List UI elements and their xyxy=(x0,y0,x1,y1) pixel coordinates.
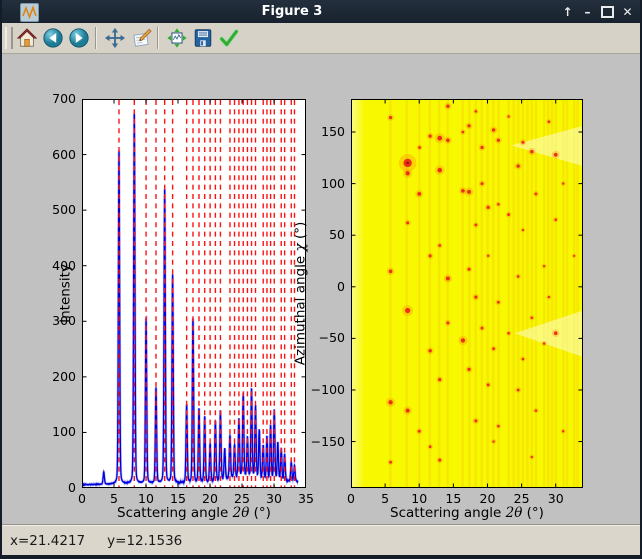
tick-label: 200 xyxy=(36,369,76,384)
toolbar-separator xyxy=(95,27,97,49)
tick-label: 150 xyxy=(303,124,345,139)
tick-label: 20 xyxy=(192,491,228,506)
forward-icon xyxy=(68,27,90,49)
figure-canvas: 1D integration 2D regrouping Intensity A… xyxy=(2,54,640,526)
window-controls: ↑ – ✕ xyxy=(559,0,636,23)
tick-label: 20 xyxy=(469,491,505,506)
green-check-icon xyxy=(218,27,240,49)
forward-button[interactable] xyxy=(67,25,91,51)
tick-label: −100 xyxy=(303,382,345,397)
pan-button[interactable] xyxy=(103,25,127,51)
maximize-button[interactable] xyxy=(599,3,616,20)
tick-label: 30 xyxy=(538,491,574,506)
tick-label: 10 xyxy=(401,491,437,506)
tick-label: 0 xyxy=(333,491,369,506)
tick-label: 600 xyxy=(36,147,76,162)
tick-label: 15 xyxy=(160,491,196,506)
tick-label: 35 xyxy=(288,491,324,506)
window-border-bottom[interactable] xyxy=(0,555,642,559)
cursor-y-readout: y=12.1536 xyxy=(107,533,182,549)
configure-subplots-button[interactable] xyxy=(165,25,189,51)
2d-regrouping-plot[interactable] xyxy=(351,99,583,488)
tick-label: 500 xyxy=(36,202,76,217)
plot2-ylabel: Azimuthal angle χ (°) xyxy=(293,214,310,374)
tick-label: 30 xyxy=(256,491,292,506)
figure-window: Figure 3 ↑ – ✕ xyxy=(0,0,642,559)
toolbar-grip[interactable] xyxy=(5,27,13,49)
cursor-x-readout: x=21.4217 xyxy=(10,533,85,549)
back-icon xyxy=(42,27,64,49)
home-icon xyxy=(16,27,38,49)
plot2-xlabel: Scattering angle 2θ (°) xyxy=(351,505,583,521)
1d-integration-plot[interactable] xyxy=(82,99,306,488)
notepad-pencil-icon xyxy=(130,27,152,49)
home-button[interactable] xyxy=(15,25,39,51)
plot1-xlabel: Scattering angle 2θ (°) xyxy=(82,505,306,521)
zoom-to-rect-button[interactable] xyxy=(129,25,153,51)
window-title: Figure 3 xyxy=(0,0,584,23)
subplots-arrows-icon xyxy=(166,27,188,49)
save-button[interactable] xyxy=(191,25,215,51)
tick-label: 100 xyxy=(303,176,345,191)
tick-label: 5 xyxy=(367,491,403,506)
plot1-ylabel: Intensity xyxy=(58,224,75,364)
shade-button[interactable]: ↑ xyxy=(559,3,576,20)
toolbar-separator xyxy=(157,27,159,49)
tick-label: 15 xyxy=(435,491,471,506)
pan-arrows-icon xyxy=(104,27,126,49)
titlebar[interactable]: Figure 3 ↑ – ✕ xyxy=(0,0,642,23)
tick-label: 10 xyxy=(128,491,164,506)
tick-label: 0 xyxy=(36,480,76,495)
minimize-button[interactable]: – xyxy=(579,3,596,20)
tick-label: 5 xyxy=(96,491,132,506)
tick-label: 25 xyxy=(224,491,260,506)
apply-button[interactable] xyxy=(217,25,241,51)
tick-label: 25 xyxy=(504,491,540,506)
tick-label: 700 xyxy=(36,91,76,106)
matplotlib-toolbar xyxy=(2,23,640,54)
back-button[interactable] xyxy=(41,25,65,51)
tick-label: −150 xyxy=(303,434,345,449)
window-border-left xyxy=(0,0,2,559)
statusbar: x=21.4217 y=12.1536 xyxy=(2,525,640,555)
close-button[interactable]: ✕ xyxy=(619,3,636,20)
tick-label: 100 xyxy=(36,424,76,439)
floppy-disk-icon xyxy=(192,27,214,49)
